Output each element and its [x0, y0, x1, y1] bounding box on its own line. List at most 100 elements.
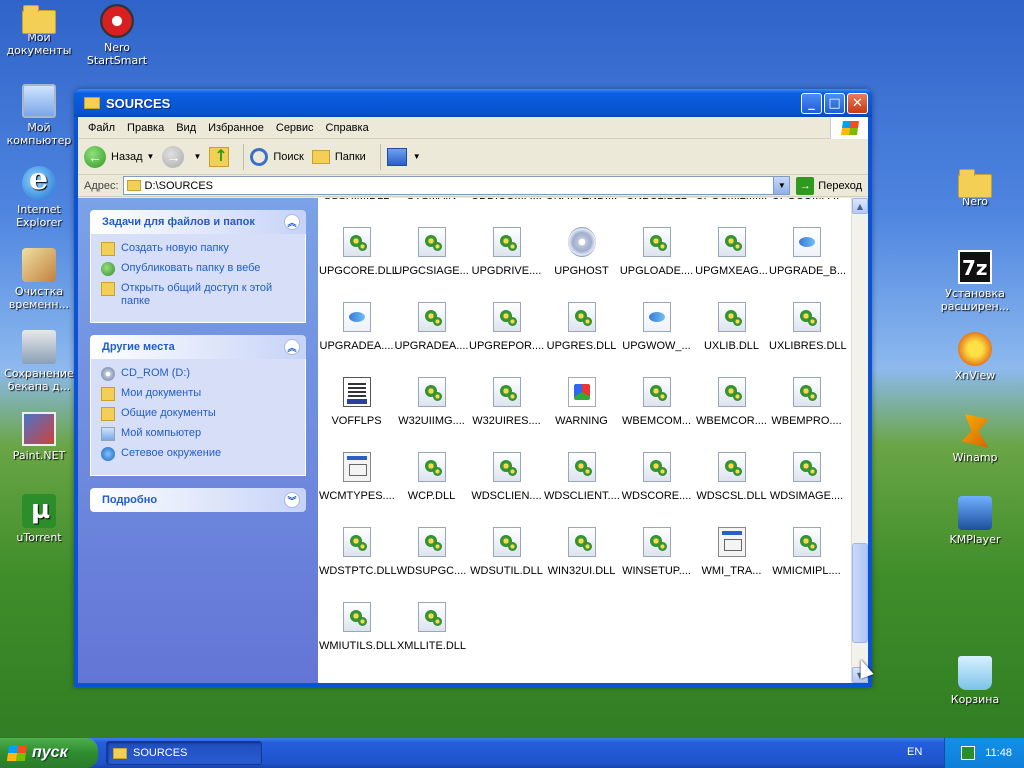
- file-item[interactable]: WDSCSL.DLL: [694, 452, 769, 502]
- details-panel-header[interactable]: Подробно ︾: [90, 488, 306, 512]
- forward-button[interactable]: → ▼: [162, 145, 201, 168]
- chevron-down-icon[interactable]: ▼: [147, 152, 155, 161]
- file-item[interactable]: UDDICOMP....: [469, 198, 544, 202]
- file-item[interactable]: WDSCLIENT....: [544, 452, 620, 502]
- place-cdrom-link[interactable]: CD_ROM (D:): [101, 367, 295, 381]
- file-item[interactable]: XMLLITE.DLL: [394, 602, 469, 652]
- places-panel-header[interactable]: Другие места ︽: [90, 335, 306, 359]
- file-item[interactable]: WDSUPGC....: [394, 527, 469, 577]
- collapse-icon[interactable]: ︽: [284, 214, 300, 230]
- menu-edit[interactable]: Правка: [121, 122, 170, 134]
- desktop-icon-paintnet[interactable]: Paint.NET: [0, 412, 78, 462]
- language-indicator[interactable]: EN: [907, 746, 922, 758]
- taskbar-button-sources[interactable]: SOURCES: [106, 741, 262, 765]
- close-button[interactable]: ✕: [847, 92, 868, 114]
- file-item[interactable]: WARNING: [544, 377, 619, 427]
- file-item[interactable]: UXLIB.DLL: [694, 302, 769, 352]
- file-item[interactable]: WDSUTIL.DLL: [469, 527, 544, 577]
- file-item[interactable]: WMIUTILS.DLL: [319, 602, 396, 652]
- file-item[interactable]: UPGDRIVE....: [469, 227, 544, 277]
- desktop-icon-kmplayer[interactable]: KMPlayer: [936, 496, 1014, 546]
- file-item[interactable]: UPGLOADE....: [619, 227, 694, 277]
- file-item[interactable]: WDSCLIEN....: [469, 452, 544, 502]
- file-item[interactable]: WBEMCOM...: [619, 377, 694, 427]
- place-shared-documents-link[interactable]: Общие документы: [101, 407, 295, 421]
- file-item[interactable]: W32UIIMG....: [394, 377, 469, 427]
- file-item[interactable]: SYSMAIN: [394, 198, 469, 202]
- desktop-icon-my-documents[interactable]: Мои документы: [0, 4, 78, 57]
- menu-help[interactable]: Справка: [320, 122, 375, 134]
- desktop-icon-my-computer[interactable]: Мой компьютер: [0, 84, 78, 147]
- file-item[interactable]: WDSCORE....: [619, 452, 694, 502]
- file-item[interactable]: W32UIRES....: [469, 377, 544, 427]
- file-item[interactable]: WINSETUP....: [619, 527, 694, 577]
- desktop-icon-xnview[interactable]: XnView: [936, 332, 1014, 382]
- create-folder-link[interactable]: Создать новую папку: [101, 242, 295, 256]
- place-my-documents-link[interactable]: Мои документы: [101, 387, 295, 401]
- file-item[interactable]: UPGWOW_...: [619, 302, 694, 352]
- minimize-button[interactable]: _: [801, 92, 822, 114]
- place-network-link[interactable]: Сетевое окружение: [101, 447, 295, 461]
- maximize-button[interactable]: □: [824, 92, 845, 114]
- folders-button[interactable]: Папки: [311, 149, 366, 164]
- expand-icon[interactable]: ︾: [284, 492, 300, 508]
- share-folder-link[interactable]: Открыть общий доступ к этой папке: [101, 282, 295, 308]
- title-bar[interactable]: SOURCES _ □ ✕: [74, 89, 872, 117]
- tasks-panel-header[interactable]: Задачи для файлов и папок ︽: [90, 210, 306, 234]
- scroll-up-button[interactable]: ▲: [852, 198, 868, 214]
- up-button[interactable]: [209, 146, 230, 167]
- views-button[interactable]: ▼: [386, 147, 421, 166]
- file-item[interactable]: WDSIMAGE....: [769, 452, 844, 502]
- file-item[interactable]: VOFFLPS: [319, 377, 394, 427]
- safely-remove-icon[interactable]: [961, 746, 976, 760]
- desktop-icon-cleanup[interactable]: Очистка временн...: [0, 248, 78, 311]
- desktop-icon-recycle-bin[interactable]: Корзина: [936, 656, 1014, 706]
- file-item[interactable]: UPGHOST: [544, 227, 619, 277]
- desktop-icon-internet-explorer[interactable]: Internet Explorer: [0, 162, 78, 229]
- desktop-icon-utorrent[interactable]: uTorrent: [0, 494, 78, 544]
- start-button[interactable]: пуск: [0, 738, 98, 768]
- go-button[interactable]: → Переход: [790, 176, 868, 195]
- chevron-down-icon[interactable]: ▼: [193, 152, 201, 161]
- desktop-icon-7zip[interactable]: Установка расширен...: [936, 250, 1014, 313]
- collapse-icon[interactable]: ︽: [284, 339, 300, 355]
- menu-tools[interactable]: Сервис: [270, 122, 320, 134]
- file-item[interactable]: UPGRES.DLL: [544, 302, 619, 352]
- file-item[interactable]: WCP.DLL: [394, 452, 469, 502]
- file-item[interactable]: WDSTPTC.DLL: [319, 527, 397, 577]
- file-item[interactable]: UPGCORE.DLL: [319, 227, 398, 277]
- file-item[interactable]: UXLIBRES.DLL: [769, 302, 847, 352]
- file-item[interactable]: SSSHIM.DLL: [319, 198, 394, 202]
- menu-favorites[interactable]: Избранное: [202, 122, 270, 134]
- menu-view[interactable]: Вид: [170, 122, 202, 134]
- scroll-thumb[interactable]: [852, 543, 868, 643]
- file-item[interactable]: UPGCOMPAT: [769, 198, 844, 202]
- address-dropdown-button[interactable]: ▼: [773, 177, 790, 194]
- search-button[interactable]: Поиск: [250, 147, 304, 166]
- file-item[interactable]: UNBCL.DLL: [619, 198, 694, 202]
- file-item[interactable]: WCMTYPES....: [319, 452, 395, 502]
- file-item[interactable]: UPGRADE_B...: [769, 227, 846, 277]
- file-item[interactable]: WMICMIPL....: [769, 527, 844, 577]
- back-button[interactable]: ← Назад ▼: [84, 145, 155, 168]
- file-item[interactable]: WIN32UI.DLL: [544, 527, 619, 577]
- menu-file[interactable]: Файл: [82, 122, 121, 134]
- file-item[interactable]: UPGMXEAG...: [694, 227, 769, 277]
- publish-web-link[interactable]: Опубликовать папку в вебе: [101, 262, 295, 276]
- desktop-icon-backup[interactable]: Сохранение бекапа д...: [0, 330, 78, 393]
- file-item[interactable]: WBEMPRO....: [769, 377, 844, 427]
- address-input[interactable]: D:\SOURCES ▼: [122, 176, 791, 195]
- file-item[interactable]: UNATTEND....: [544, 198, 619, 202]
- file-item[interactable]: UPGREPOR....: [469, 302, 544, 352]
- file-item[interactable]: WBEMCOR....: [694, 377, 769, 427]
- file-item[interactable]: UPGCSIAGE...: [394, 227, 469, 277]
- file-item[interactable]: WMI_TRA...: [694, 527, 769, 577]
- file-item[interactable]: UPGRADEA....: [394, 302, 469, 352]
- desktop-icon-nero-startsmart[interactable]: Nero StartSmart: [78, 4, 156, 67]
- file-item[interactable]: UPGCMI2MI...: [694, 198, 769, 202]
- place-my-computer-link[interactable]: Мой компьютер: [101, 427, 295, 441]
- desktop-icon-winamp[interactable]: Winamp: [936, 414, 1014, 464]
- vertical-scrollbar[interactable]: ▲ ▼: [851, 198, 868, 683]
- desktop-icon-nero-folder[interactable]: Nero: [936, 168, 1014, 208]
- file-item[interactable]: UPGRADEA....: [319, 302, 394, 352]
